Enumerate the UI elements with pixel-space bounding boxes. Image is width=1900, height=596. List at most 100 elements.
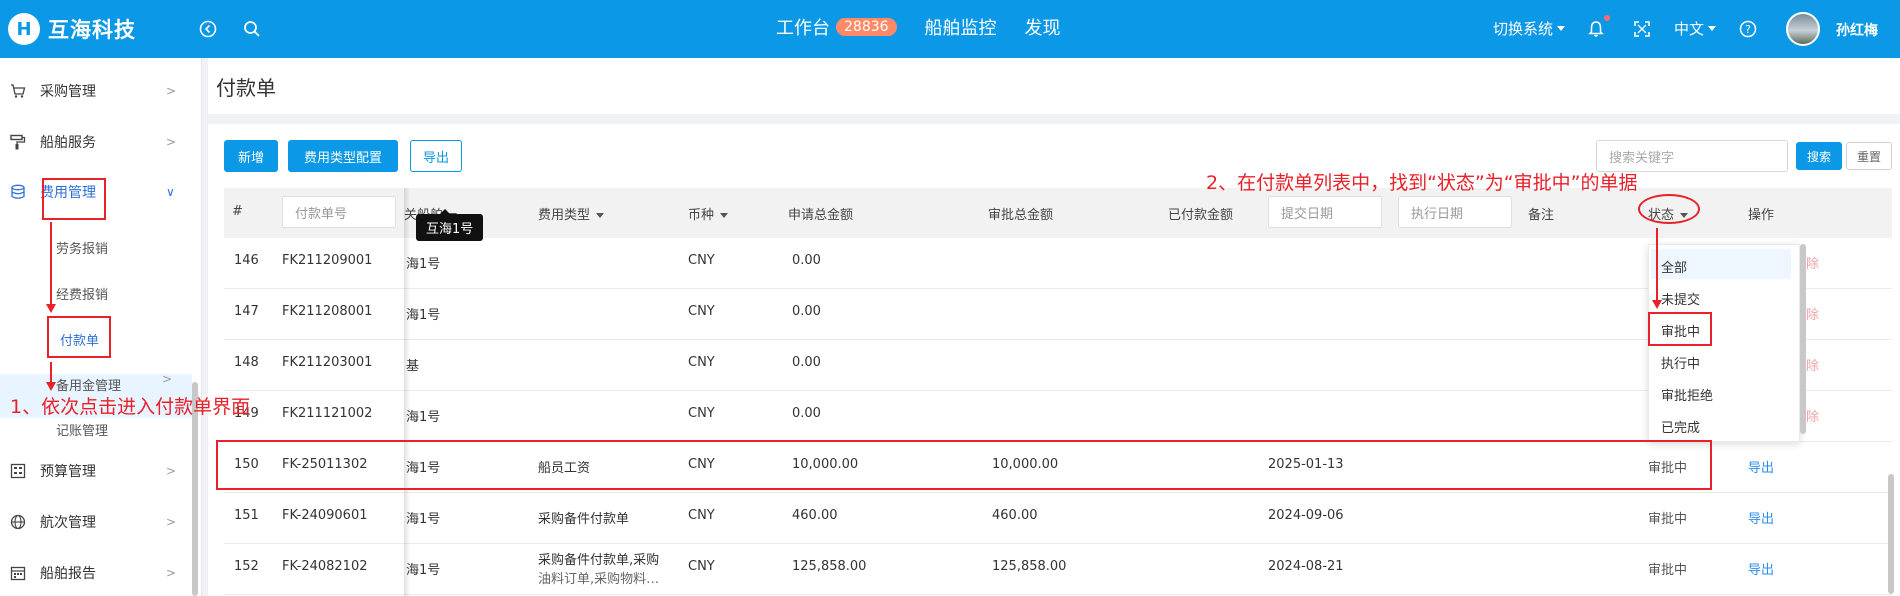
dropdown-scrollbar[interactable] (1800, 244, 1806, 434)
page-title: 付款单 (216, 76, 276, 100)
row-payment-no: FK211208001 (282, 304, 373, 319)
column-header-approve-amount: 审批总金额 (988, 208, 1054, 223)
status-option-all[interactable]: 全部 (1661, 257, 1687, 276)
table-row[interactable] (224, 493, 1892, 544)
sidebar-item-label: 船舶服务 (40, 135, 96, 151)
logo[interactable]: H 互海科技 (8, 10, 136, 48)
row-fee-type: 采购备件付款单,采购 (538, 553, 660, 568)
chevron-right-icon: > (166, 566, 177, 580)
back-icon[interactable] (196, 17, 220, 41)
annotation-arrow-line (50, 222, 52, 306)
table-row[interactable] (224, 391, 1892, 442)
row-submit-date: 2024-09-06 (1268, 508, 1344, 523)
fullscreen-icon[interactable] (1630, 17, 1654, 41)
payment-no-filter-input[interactable]: 付款单号 (282, 196, 396, 228)
status-option-not-submitted[interactable]: 未提交 (1661, 289, 1700, 308)
sidebar-sub-bookkeeping[interactable]: 记账管理 (56, 420, 108, 439)
sidebar-sub-labor-reimburse[interactable]: 劳务报销 (56, 238, 108, 257)
calendar-icon (10, 565, 26, 581)
row-fee-type: 采购备件付款单 (538, 512, 630, 527)
search-icon[interactable] (240, 17, 264, 41)
row-index: 152 (234, 559, 259, 574)
table-scrollbar[interactable] (1888, 474, 1894, 594)
switch-system-dropdown[interactable]: 切换系统 (1493, 18, 1566, 39)
chevron-down-icon (1708, 26, 1717, 31)
sidebar-item-purchase[interactable]: 采购管理 > (0, 76, 192, 106)
row-apply-amount: 0.00 (792, 253, 821, 268)
row-apply-amount: 0.00 (792, 406, 821, 421)
column-header-action: 操作 (1748, 208, 1775, 223)
sidebar-item-ship-report[interactable]: 船舶报告 > (0, 558, 192, 588)
row-delete-link[interactable]: 除 (1806, 355, 1819, 374)
annotation-ellipse-status (1638, 194, 1700, 224)
sidebar-item-ship-service[interactable]: 船舶服务 > (0, 127, 192, 157)
avatar[interactable] (1786, 12, 1820, 46)
sidebar-item-label: 航次管理 (40, 515, 96, 531)
row-index: 147 (234, 304, 259, 319)
row-ship: 海1号 (406, 563, 441, 578)
reset-button[interactable]: 重置 (1846, 142, 1892, 170)
nav-discover[interactable]: 发现 (1025, 14, 1061, 40)
row-submit-date: 2024-08-21 (1268, 559, 1344, 574)
logo-text: 互海科技 (48, 18, 136, 42)
status-option-executing[interactable]: 执行中 (1661, 353, 1700, 372)
annotation-arrow-head (1652, 300, 1662, 309)
top-nav: 工作台 28836 船舶监控 发现 (776, 14, 1089, 40)
sidebar-item-voyage[interactable]: 航次管理 > (0, 507, 192, 537)
submit-date-filter-input[interactable]: 提交日期 (1268, 196, 1382, 228)
row-fee-type-line2: 油料订单,采购物料… (538, 572, 660, 587)
nav-ship-monitor[interactable]: 船舶监控 (925, 14, 997, 40)
row-delete-link[interactable]: 除 (1806, 304, 1819, 323)
column-header-currency[interactable]: 币种 (688, 204, 729, 223)
caret-down-icon (596, 213, 605, 218)
row-payment-no: FK-24090601 (282, 508, 368, 523)
row-approve-amount: 125,858.00 (992, 559, 1067, 574)
column-header-fee-type[interactable]: 费用类型 (538, 204, 605, 223)
username[interactable]: 孙红梅 (1836, 20, 1878, 40)
row-index: 148 (234, 355, 259, 370)
sidebar-item-budget[interactable]: 预算管理 > (0, 456, 192, 486)
annotation-step1: 1、依次点击进入付款单界面 (10, 396, 251, 418)
row-delete-link[interactable]: 除 (1806, 253, 1819, 272)
row-currency: CNY (688, 406, 715, 421)
search-button[interactable]: 搜索 (1796, 142, 1842, 170)
language-label: 中文 (1674, 20, 1705, 38)
column-header-paid-amount: 已付款金额 (1168, 208, 1234, 223)
chevron-right-icon: > (166, 515, 177, 529)
annotation-box-approving-option (1648, 312, 1712, 346)
add-button[interactable]: 新增 (224, 140, 278, 172)
row-delete-link[interactable]: 除 (1806, 406, 1819, 425)
row-currency: CNY (688, 559, 715, 574)
caret-down-icon (720, 213, 729, 218)
status-option-completed[interactable]: 已完成 (1661, 417, 1700, 436)
exec-date-filter-input[interactable]: 执行日期 (1398, 196, 1512, 228)
chevron-down-icon (1557, 26, 1566, 31)
row-payment-no: FK211121002 (282, 406, 373, 421)
globe-icon (10, 514, 26, 530)
help-icon[interactable]: ? (1736, 17, 1760, 41)
row-currency: CNY (688, 355, 715, 370)
paint-roller-icon (10, 134, 26, 150)
column-header-fee-type-label: 费用类型 (538, 208, 591, 223)
sidebar-sub-fund-reimburse[interactable]: 经费报销 (56, 284, 108, 303)
row-export-link[interactable]: 导出 (1748, 457, 1774, 476)
table-row[interactable] (224, 340, 1892, 391)
export-button[interactable]: 导出 (410, 140, 462, 172)
calculator-icon (10, 463, 26, 479)
bell-icon[interactable] (1584, 15, 1610, 41)
status-option-rejected[interactable]: 审批拒绝 (1661, 385, 1713, 404)
row-ship: 海1号 (406, 308, 441, 323)
language-dropdown[interactable]: 中文 (1674, 18, 1717, 39)
column-header-index: # (232, 204, 243, 219)
fee-type-config-button[interactable]: 费用类型配置 (288, 140, 398, 172)
table-row[interactable] (224, 238, 1892, 289)
switch-system-label: 切换系统 (1493, 20, 1554, 38)
row-export-link[interactable]: 导出 (1748, 508, 1774, 527)
row-currency: CNY (688, 304, 715, 319)
row-ship: 海1号 (406, 512, 441, 527)
table-row[interactable] (224, 289, 1892, 340)
chevron-right-icon: > (166, 84, 177, 98)
nav-ship-monitor-label: 船舶监控 (924, 18, 997, 39)
nav-workbench[interactable]: 工作台 28836 (776, 14, 897, 40)
row-export-link[interactable]: 导出 (1748, 559, 1774, 578)
